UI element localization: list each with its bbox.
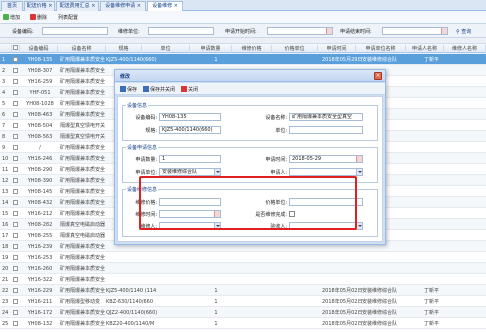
dialog-titlebar[interactable]: 修改 × xyxy=(115,70,385,82)
apply-start-label: 申请开始时间: xyxy=(225,29,257,35)
apply-unit-value: 安装维修综合队 xyxy=(162,169,198,175)
tab-bar: 首页 配送价格 × 配送费用汇总 × 设备维修申请 × 设备维修 × xyxy=(0,0,486,12)
save-icon xyxy=(120,86,126,92)
applicant-select[interactable] xyxy=(289,168,363,176)
chevron-down-icon[interactable] xyxy=(214,169,220,175)
add-label: 增加 xyxy=(10,15,21,21)
repair-unit-input[interactable] xyxy=(148,27,214,35)
apply-qty-label: 申请数量: xyxy=(135,157,157,163)
device-info-section: 设备信息 设备编码: YH08-135 设备名称: 矿用隔爆兼本质安全型真空 规… xyxy=(122,102,378,141)
tab-label: 配送价格 xyxy=(26,3,47,9)
dialog-close-button[interactable]: 关闭 xyxy=(181,86,198,93)
device-name-label: 设备名称: xyxy=(265,115,287,121)
dialog-title: 修改 xyxy=(120,74,131,80)
tab-delivery-cost-summary[interactable]: 配送费用汇总 × xyxy=(56,1,99,11)
unit-field[interactable] xyxy=(289,126,363,134)
column-config-label: 列表配置 xyxy=(58,15,79,21)
tab-repair-apply[interactable]: 设备维修申请 × xyxy=(100,1,146,11)
apply-end-input[interactable] xyxy=(382,27,448,35)
calendar-icon[interactable] xyxy=(326,28,332,34)
calendar-icon[interactable] xyxy=(356,156,362,162)
save-close-label: 保存并关闭 xyxy=(150,87,176,93)
toolbar: 增加 删除 列表配置 xyxy=(0,11,486,24)
apply-time-label: 申请时间: xyxy=(265,157,287,163)
repair-unit-label: 维修单位: xyxy=(118,29,140,35)
device-no-input[interactable] xyxy=(42,27,108,35)
save-button[interactable]: 保存 xyxy=(120,86,137,93)
apply-time-value: 2018-05-29 xyxy=(292,156,322,162)
query-label: 查询 xyxy=(461,29,472,35)
save-icon xyxy=(143,86,149,92)
query-button[interactable]: ⚲ 查询 xyxy=(456,28,471,35)
add-icon xyxy=(3,14,9,20)
tab-home[interactable]: 首页 xyxy=(1,1,23,11)
close-label: 关闭 xyxy=(188,87,199,93)
tab-delivery-price[interactable]: 配送价格 × xyxy=(24,1,55,11)
apply-start-input[interactable] xyxy=(267,27,333,35)
device-no-label: 设备编码: xyxy=(12,29,34,35)
spec-field[interactable]: KJZ5-400/1140(660) xyxy=(159,126,221,134)
apply-unit-label: 申请单位: xyxy=(135,170,157,176)
apply-end-label: 申请结束时间: xyxy=(340,29,372,35)
tab-label: 首页 xyxy=(6,3,17,9)
search-bar: 设备编码: 维修单位: 申请开始时间: 申请结束时间: ⚲ 查询 xyxy=(0,24,486,38)
tab-label: 配送费用汇总 xyxy=(59,3,90,9)
column-config-button[interactable]: 列表配置 xyxy=(58,14,78,22)
save-label: 保存 xyxy=(127,87,138,93)
device-code-field[interactable]: YH08-135 xyxy=(159,113,221,121)
calendar-icon[interactable] xyxy=(441,28,447,34)
close-icon[interactable]: × xyxy=(374,72,382,80)
apply-qty-field[interactable]: 1 xyxy=(159,155,221,163)
delete-button[interactable]: 删除 xyxy=(30,14,47,22)
highlight-box xyxy=(139,176,357,230)
apply-unit-select[interactable]: 安装维修综合队 xyxy=(159,168,221,176)
delete-icon xyxy=(30,14,36,20)
tab-label: 设备维修申请 xyxy=(105,3,136,9)
cancel-icon xyxy=(181,86,187,92)
applicant-label: 申请人: xyxy=(270,170,287,176)
chevron-down-icon[interactable] xyxy=(356,169,362,175)
device-name-field[interactable]: 矿用隔爆兼本质安全型真空 xyxy=(289,113,363,121)
spec-label: 规格: xyxy=(145,128,157,134)
add-button[interactable]: 增加 xyxy=(3,14,20,22)
tab-label: 设备维修 xyxy=(152,3,173,9)
device-code-label: 设备编码: xyxy=(135,115,157,121)
section-title: 设备信息 xyxy=(126,102,149,109)
delete-label: 删除 xyxy=(37,15,48,21)
unit-label: 单位: xyxy=(275,128,287,134)
dialog-toolbar: 保存 保存并关闭 关闭 xyxy=(115,83,385,95)
apply-time-field[interactable]: 2018-05-29 xyxy=(289,155,363,163)
search-icon: ⚲ xyxy=(456,29,460,35)
section-title: 设备申请信息 xyxy=(126,144,159,151)
save-close-button[interactable]: 保存并关闭 xyxy=(143,86,175,93)
